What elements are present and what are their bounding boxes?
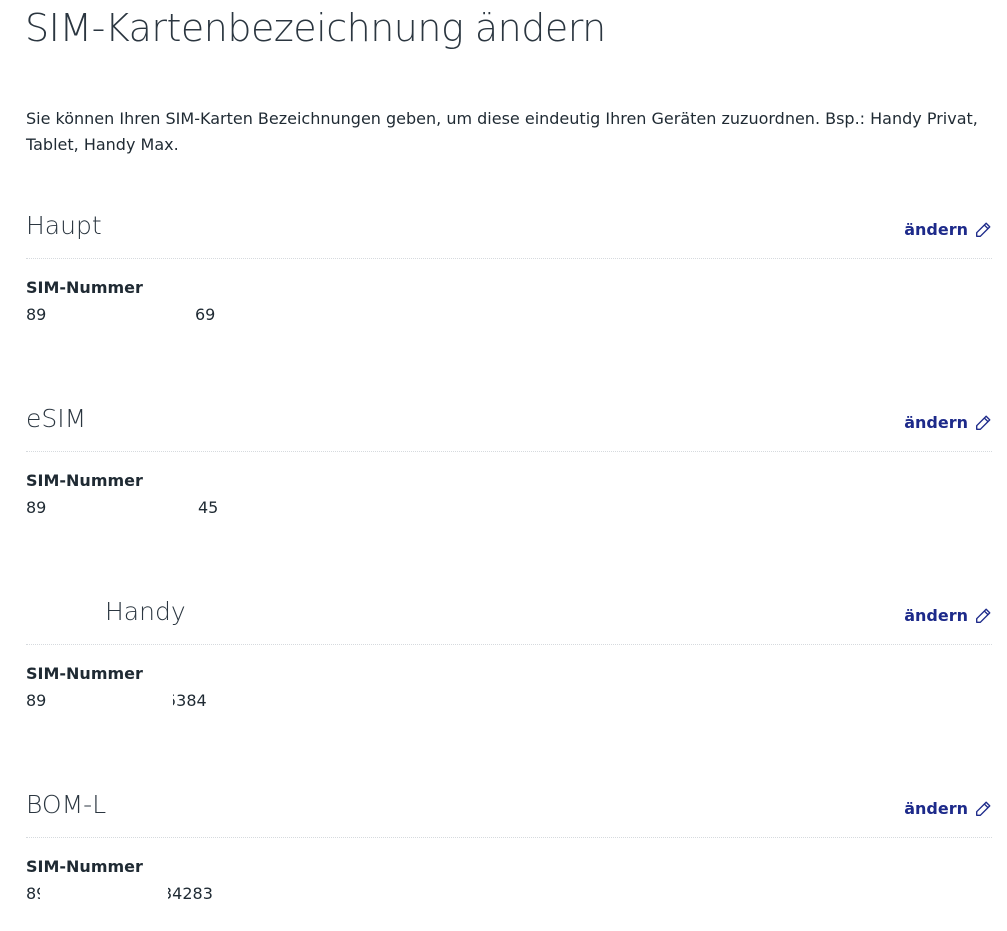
sim-number-label: SIM-Nummer bbox=[26, 278, 143, 297]
edit-sim-name-link[interactable]: ändern bbox=[904, 413, 992, 432]
sim-number-value: 894 45 bbox=[26, 496, 246, 520]
edit-link-label: ändern bbox=[904, 799, 968, 818]
sim-card-section: eSIM ändern SIM-Nummer 894 45 bbox=[26, 393, 992, 543]
pencil-icon bbox=[974, 414, 992, 432]
sim-number-label: SIM-Nummer bbox=[26, 471, 143, 490]
sim-card-name: BOM-L bbox=[26, 790, 107, 819]
sim-card-section: Handy ändern SIM-Nummer 89 5384 bbox=[26, 586, 992, 736]
sim-number-label: SIM-Nummer bbox=[26, 857, 143, 876]
edit-sim-name-link[interactable]: ändern bbox=[904, 799, 992, 818]
page-title: SIM-Kartenbezeichnung ändern bbox=[25, 6, 606, 50]
redaction-mask bbox=[40, 882, 170, 906]
sim-number-value: 89 5384 bbox=[26, 689, 246, 713]
redaction-mask bbox=[162, 882, 168, 906]
edit-sim-name-link[interactable]: ändern bbox=[904, 606, 992, 625]
sim-number-end: 34283 bbox=[162, 884, 213, 903]
intro-text: Sie können Ihren SIM-Karten Bezeichnunge… bbox=[26, 109, 978, 154]
section-divider bbox=[26, 644, 992, 645]
redaction-mask bbox=[48, 689, 174, 713]
pencil-icon bbox=[974, 607, 992, 625]
sim-card-header: Haupt ändern bbox=[26, 200, 992, 258]
section-divider bbox=[26, 451, 992, 452]
pencil-icon bbox=[974, 221, 992, 239]
edit-link-label: ändern bbox=[904, 413, 968, 432]
sim-number-end: 45 bbox=[198, 498, 219, 517]
section-divider bbox=[26, 258, 992, 259]
sim-card-header: Handy ändern bbox=[26, 586, 992, 644]
redaction-mask bbox=[47, 496, 223, 520]
redaction-mask bbox=[166, 689, 173, 713]
sim-card-name: eSIM bbox=[26, 404, 87, 433]
edit-sim-name-link[interactable]: ändern bbox=[904, 220, 992, 239]
sim-number-end: 69 bbox=[195, 305, 216, 324]
sim-number-value: 894 69 bbox=[26, 303, 246, 327]
sim-card-section: BOM-L ändern SIM-Nummer 89 34283 bbox=[26, 779, 992, 929]
sim-number-value: 89 34283 bbox=[26, 882, 246, 906]
pencil-icon bbox=[974, 800, 992, 818]
sim-card-name: Handy bbox=[105, 597, 186, 626]
section-divider bbox=[26, 837, 992, 838]
sim-number-start: 89 bbox=[26, 691, 47, 710]
sim-number-label: SIM-Nummer bbox=[26, 664, 143, 683]
edit-link-label: ändern bbox=[904, 606, 968, 625]
sim-card-name: Haupt bbox=[26, 211, 102, 240]
sim-card-section: Haupt ändern SIM-Nummer 894 69 bbox=[26, 200, 992, 350]
sim-card-header: BOM-L ändern bbox=[26, 779, 992, 837]
sim-card-header: eSIM ändern bbox=[26, 393, 992, 451]
edit-link-label: ändern bbox=[904, 220, 968, 239]
